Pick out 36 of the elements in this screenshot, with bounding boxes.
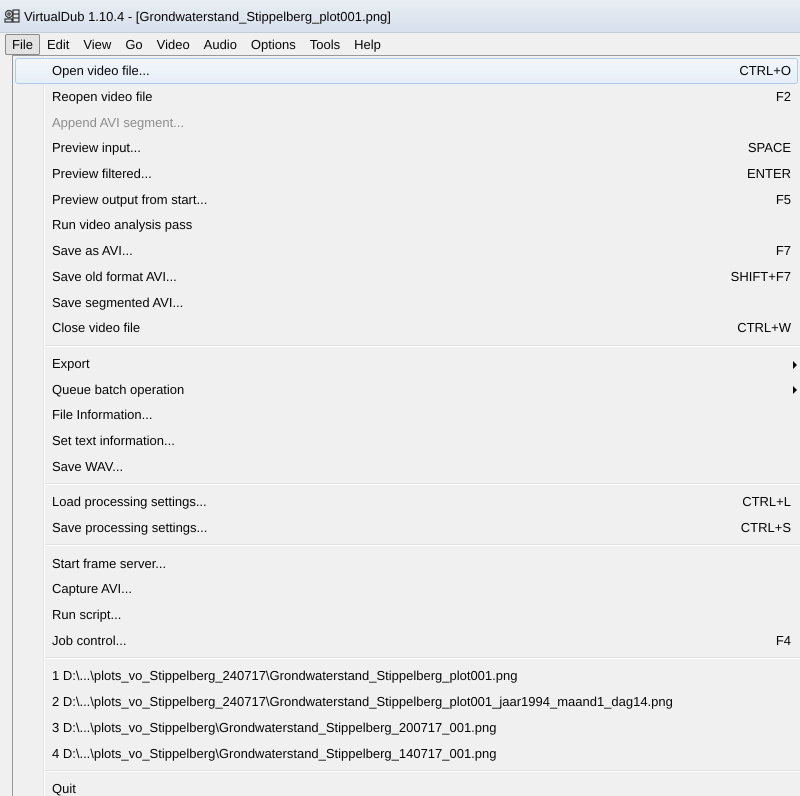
- menu-item[interactable]: Set text information...: [15, 428, 798, 454]
- menu-bar-item[interactable]: Tools: [302, 34, 348, 54]
- menu-bar-item[interactable]: Go: [118, 34, 150, 54]
- menu-bar-item[interactable]: View: [76, 34, 118, 54]
- menu-item[interactable]: Queue batch operation: [15, 376, 798, 402]
- menu-item[interactable]: Run video analysis pass: [15, 212, 798, 238]
- menu-item[interactable]: Save old format AVI... SHIFT+F7: [15, 264, 798, 290]
- menu-item[interactable]: 2 D:\...\plots_vo_Stippelberg_240717\Grondwaterstand_Stippelberg_plot001_jaar1994_maand1_dag14.png: [15, 688, 798, 714]
- menu-item[interactable]: Capture AVI...: [15, 576, 798, 602]
- window-title: VirtualDub 1.10.4 - [Grondwaterstand_Stippelberg_plot001.png]: [24, 8, 391, 24]
- menu-item[interactable]: Job control... F4: [15, 627, 798, 654]
- menu-bar-item[interactable]: Audio: [196, 34, 244, 54]
- menu-item[interactable]: Run script...: [15, 602, 798, 628]
- menu-item[interactable]: Load processing settings... CTRL+L: [15, 489, 798, 515]
- menu-bar-item[interactable]: File: [5, 34, 40, 54]
- menu-item[interactable]: Preview filtered... ENTER: [15, 160, 798, 186]
- menu-item[interactable]: Export: [15, 350, 798, 376]
- menu-item[interactable]: File Information...: [15, 402, 798, 428]
- menu-bar-item[interactable]: Video: [150, 34, 197, 54]
- menu-item[interactable]: Save processing settings... CTRL+S: [15, 514, 798, 540]
- menu-item[interactable]: 1 D:\...\plots_vo_Stippelberg_240717\Grondwaterstand_Stippelberg_plot001.png: [15, 663, 798, 689]
- menu-item[interactable]: Quit: [15, 776, 798, 796]
- menu-bar-item[interactable]: Help: [347, 34, 388, 54]
- menu-item[interactable]: Preview input... SPACE: [15, 135, 798, 161]
- menu-item[interactable]: Save as AVI... F7: [15, 238, 798, 264]
- menu-bar-item[interactable]: Edit: [40, 34, 76, 54]
- menu-item[interactable]: Save segmented AVI...: [15, 289, 798, 315]
- menu-item[interactable]: Open video file... CTRL+O: [15, 58, 798, 84]
- menu-item[interactable]: 4 D:\...\plots_vo_Stippelberg\Grondwaterstand_Stippelberg_140717_001.png: [15, 740, 798, 766]
- menu-bar-item[interactable]: Options: [244, 34, 303, 54]
- menu-item[interactable]: Reopen video file F2: [15, 84, 798, 110]
- menu-item[interactable]: Preview output from start... F5: [15, 186, 798, 212]
- menu-item[interactable]: Start frame server...: [15, 550, 798, 576]
- menu-item[interactable]: Save WAV...: [15, 453, 798, 479]
- menu-item[interactable]: Close video file CTRL+W: [15, 314, 798, 341]
- menu-item[interactable]: 3 D:\...\plots_vo_Stippelberg\Grondwaterstand_Stippelberg_200717_001.png: [15, 714, 798, 740]
